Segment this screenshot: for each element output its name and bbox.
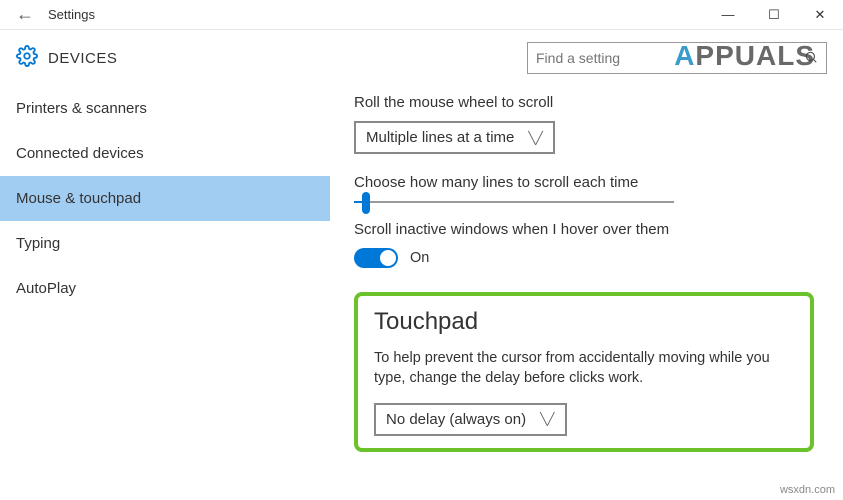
gear-icon bbox=[16, 45, 38, 72]
back-button[interactable]: ← bbox=[0, 4, 40, 25]
slider-thumb[interactable] bbox=[362, 192, 370, 214]
search-icon[interactable] bbox=[796, 50, 818, 67]
section-title: DEVICES bbox=[48, 50, 117, 67]
scroll-wheel-label: Roll the mouse wheel to scroll bbox=[354, 94, 819, 111]
inactive-value: On bbox=[410, 250, 429, 266]
touchpad-delay-dropdown[interactable]: No delay (always on) ╲╱ bbox=[374, 403, 567, 436]
close-button[interactable]: ✕ bbox=[797, 0, 843, 30]
sidebar-item-autoplay[interactable]: AutoPlay bbox=[0, 266, 330, 311]
touchpad-delay-value: No delay (always on) bbox=[386, 411, 526, 428]
sidebar-item-printers[interactable]: Printers & scanners bbox=[0, 86, 330, 131]
minimize-button[interactable]: — bbox=[705, 0, 751, 30]
source-mark: wsxdn.com bbox=[780, 484, 835, 496]
sidebar-item-mouse-touchpad[interactable]: Mouse & touchpad bbox=[0, 176, 330, 221]
lines-slider[interactable] bbox=[354, 201, 819, 203]
search-input[interactable] bbox=[536, 50, 796, 66]
sidebar-item-typing[interactable]: Typing bbox=[0, 221, 330, 266]
scroll-wheel-dropdown[interactable]: Multiple lines at a time ╲╱ bbox=[354, 121, 555, 154]
touchpad-description: To help prevent the cursor from accident… bbox=[374, 348, 794, 389]
search-box[interactable] bbox=[527, 42, 827, 74]
header: DEVICES bbox=[0, 30, 843, 86]
toggle-knob bbox=[380, 250, 396, 266]
window-controls: — ☐ ✕ bbox=[705, 0, 843, 30]
touchpad-heading: Touchpad bbox=[374, 308, 794, 336]
body: Printers & scanners Connected devices Mo… bbox=[0, 86, 843, 500]
lines-label: Choose how many lines to scroll each tim… bbox=[354, 174, 819, 191]
content: Roll the mouse wheel to scroll Multiple … bbox=[330, 86, 843, 500]
sidebar: Printers & scanners Connected devices Mo… bbox=[0, 86, 330, 500]
touchpad-section-highlight: Touchpad To help prevent the cursor from… bbox=[354, 292, 814, 452]
titlebar: ← Settings — ☐ ✕ bbox=[0, 0, 843, 30]
chevron-down-icon: ╲╱ bbox=[528, 131, 542, 145]
scroll-wheel-value: Multiple lines at a time bbox=[366, 129, 514, 146]
chevron-down-icon: ╲╱ bbox=[540, 412, 554, 426]
inactive-label: Scroll inactive windows when I hover ove… bbox=[354, 221, 819, 238]
inactive-toggle[interactable] bbox=[354, 248, 398, 268]
window-title: Settings bbox=[40, 7, 95, 22]
sidebar-item-connected-devices[interactable]: Connected devices bbox=[0, 131, 330, 176]
maximize-button[interactable]: ☐ bbox=[751, 0, 797, 30]
